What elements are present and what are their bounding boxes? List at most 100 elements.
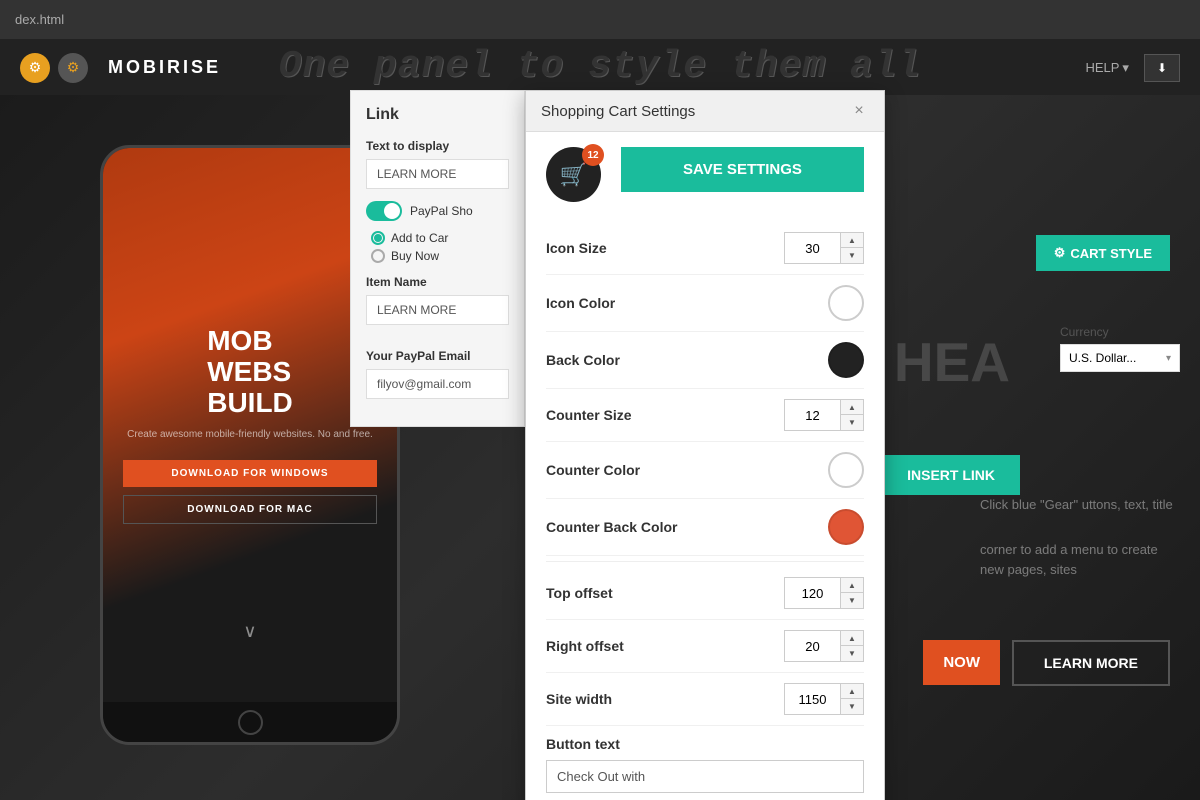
currency-value: U.S. Dollar... — [1069, 351, 1136, 365]
insert-link-button[interactable]: INSERT LINK — [882, 455, 1020, 495]
top-offset-up-button[interactable]: ▲ — [841, 578, 863, 593]
currency-chevron-icon: ▾ — [1166, 353, 1171, 364]
counter-back-color-label: Counter Back Color — [546, 519, 677, 535]
phone-btn-windows[interactable]: DOWNLOAD FOR WINDOWS — [123, 460, 377, 487]
phone-home-button[interactable] — [238, 710, 263, 735]
counter-size-input-wrap: ▲ ▼ — [784, 399, 864, 431]
paypal-email-label: Your PayPal Email — [366, 349, 509, 363]
radio-dot — [374, 234, 382, 242]
text-to-display-label: Text to display — [366, 139, 509, 153]
top-offset-label: Top offset — [546, 585, 613, 601]
counter-size-input[interactable] — [785, 400, 840, 430]
radio-empty-icon — [371, 249, 385, 263]
icon-color-swatch[interactable] — [828, 285, 864, 321]
top-offset-row: Top offset ▲ ▼ — [546, 567, 864, 620]
right-offset-label: Right offset — [546, 638, 624, 654]
gear-small-icon: ⚙ — [1054, 245, 1066, 261]
currency-section: Currency U.S. Dollar... ▾ — [1060, 325, 1180, 372]
radio-filled-icon — [371, 231, 385, 245]
site-width-label: Site width — [546, 691, 612, 707]
phone-bottom — [103, 702, 397, 742]
counter-size-down-button[interactable]: ▼ — [841, 415, 863, 430]
icon-size-input[interactable] — [785, 233, 840, 263]
currency-dropdown[interactable]: U.S. Dollar... ▾ — [1060, 344, 1180, 372]
site-width-row: Site width ▲ ▼ — [546, 673, 864, 726]
phone-btn-mac[interactable]: DOWNLOAD FOR MAC — [123, 495, 377, 524]
cart-preview-row: 🛒 12 SAVE SETTINGS — [546, 147, 864, 202]
top-offset-input-wrap: ▲ ▼ — [784, 577, 864, 609]
cart-icon: 🛒 — [560, 162, 587, 188]
counter-size-row: Counter Size ▲ ▼ — [546, 389, 864, 442]
icon-size-input-wrap: ▲ ▼ — [784, 232, 864, 264]
counter-size-up-button[interactable]: ▲ — [841, 400, 863, 415]
phone-title: MOBWEBSBUILD — [207, 326, 293, 418]
icon-size-up-button[interactable]: ▲ — [841, 233, 863, 248]
modal-close-button[interactable]: × — [849, 101, 869, 121]
top-offset-input[interactable] — [785, 578, 840, 608]
button-text-input[interactable] — [546, 760, 864, 793]
paypal-email-input[interactable] — [366, 369, 509, 399]
filename-label: dex.html — [15, 12, 64, 27]
top-offset-down-button[interactable]: ▼ — [841, 593, 863, 608]
site-width-input[interactable] — [785, 684, 840, 714]
icon-color-row: Icon Color — [546, 275, 864, 332]
icon-color-label: Icon Color — [546, 295, 615, 311]
top-offset-spinners: ▲ ▼ — [840, 578, 863, 608]
radio2-label: Buy Now — [391, 249, 439, 263]
main-area: One panel to style them all ⚙ ⚙ MOBIRISE… — [0, 40, 1200, 800]
text-to-display-input[interactable] — [366, 159, 509, 189]
corner-text-2: corner to add a menu to create new pages… — [980, 540, 1180, 579]
shopping-cart-modal: Shopping Cart Settings × 🛒 12 SAVE SETTI… — [525, 90, 885, 800]
modal-body: 🛒 12 SAVE SETTINGS Icon Size ▲ ▼ — [526, 132, 884, 800]
counter-color-label: Counter Color — [546, 462, 640, 478]
cart-badge: 12 — [582, 144, 604, 166]
right-offset-up-button[interactable]: ▲ — [841, 631, 863, 646]
page-big-title: One panel to style them all — [0, 45, 1200, 88]
background-container: dex.html One panel to style them all ⚙ ⚙… — [0, 0, 1200, 800]
paypal-toggle[interactable] — [366, 201, 402, 221]
back-color-swatch[interactable] — [828, 342, 864, 378]
paypal-toggle-row: PayPal Sho — [366, 201, 509, 221]
right-offset-spinners: ▲ ▼ — [840, 631, 863, 661]
radio-group: Add to Car Buy Now — [366, 231, 509, 263]
now-button[interactable]: NOW — [923, 640, 1000, 685]
item-name-input[interactable] — [366, 295, 509, 325]
counter-color-row: Counter Color — [546, 442, 864, 499]
back-color-label: Back Color — [546, 352, 620, 368]
toggle-knob — [384, 203, 400, 219]
currency-label: Currency — [1060, 325, 1180, 339]
icon-size-row: Icon Size ▲ ▼ — [546, 222, 864, 275]
phone-chevron-icon: ∨ — [243, 621, 256, 641]
right-offset-down-button[interactable]: ▼ — [841, 646, 863, 661]
cart-style-button[interactable]: ⚙ CART STYLE — [1036, 235, 1170, 271]
counter-back-color-swatch[interactable] — [828, 509, 864, 545]
right-offset-input-wrap: ▲ ▼ — [784, 630, 864, 662]
counter-size-spinners: ▲ ▼ — [840, 400, 863, 430]
back-color-row: Back Color — [546, 332, 864, 389]
phone-subtitle: Create awesome mobile-friendly websites.… — [127, 429, 373, 440]
divider — [546, 561, 864, 562]
counter-color-swatch[interactable] — [828, 452, 864, 488]
right-offset-row: Right offset ▲ ▼ — [546, 620, 864, 673]
radio1-label: Add to Car — [391, 231, 448, 245]
site-width-down-button[interactable]: ▼ — [841, 699, 863, 714]
button-text-row: Button text — [546, 726, 864, 800]
item-name-label: Item Name — [366, 275, 509, 289]
radio-add-to-cart[interactable]: Add to Car — [371, 231, 509, 245]
modal-title: Shopping Cart Settings — [541, 103, 695, 120]
save-settings-button[interactable]: SAVE SETTINGS — [621, 147, 864, 192]
button-text-label: Button text — [546, 736, 620, 752]
topbar: dex.html — [0, 0, 1200, 40]
icon-size-label: Icon Size — [546, 240, 607, 256]
site-width-spinners: ▲ ▼ — [840, 684, 863, 714]
counter-size-label: Counter Size — [546, 407, 632, 423]
right-offset-input[interactable] — [785, 631, 840, 661]
cart-icon-wrap: 🛒 12 — [546, 147, 601, 202]
icon-size-down-button[interactable]: ▼ — [841, 248, 863, 263]
bg-learn-more-button[interactable]: LEARN MORE — [1012, 640, 1170, 686]
paypal-toggle-label: PayPal Sho — [410, 204, 473, 218]
site-width-up-button[interactable]: ▲ — [841, 684, 863, 699]
counter-back-color-row: Counter Back Color — [546, 499, 864, 556]
modal-header: Shopping Cart Settings × — [526, 91, 884, 132]
radio-buy-now[interactable]: Buy Now — [371, 249, 509, 263]
